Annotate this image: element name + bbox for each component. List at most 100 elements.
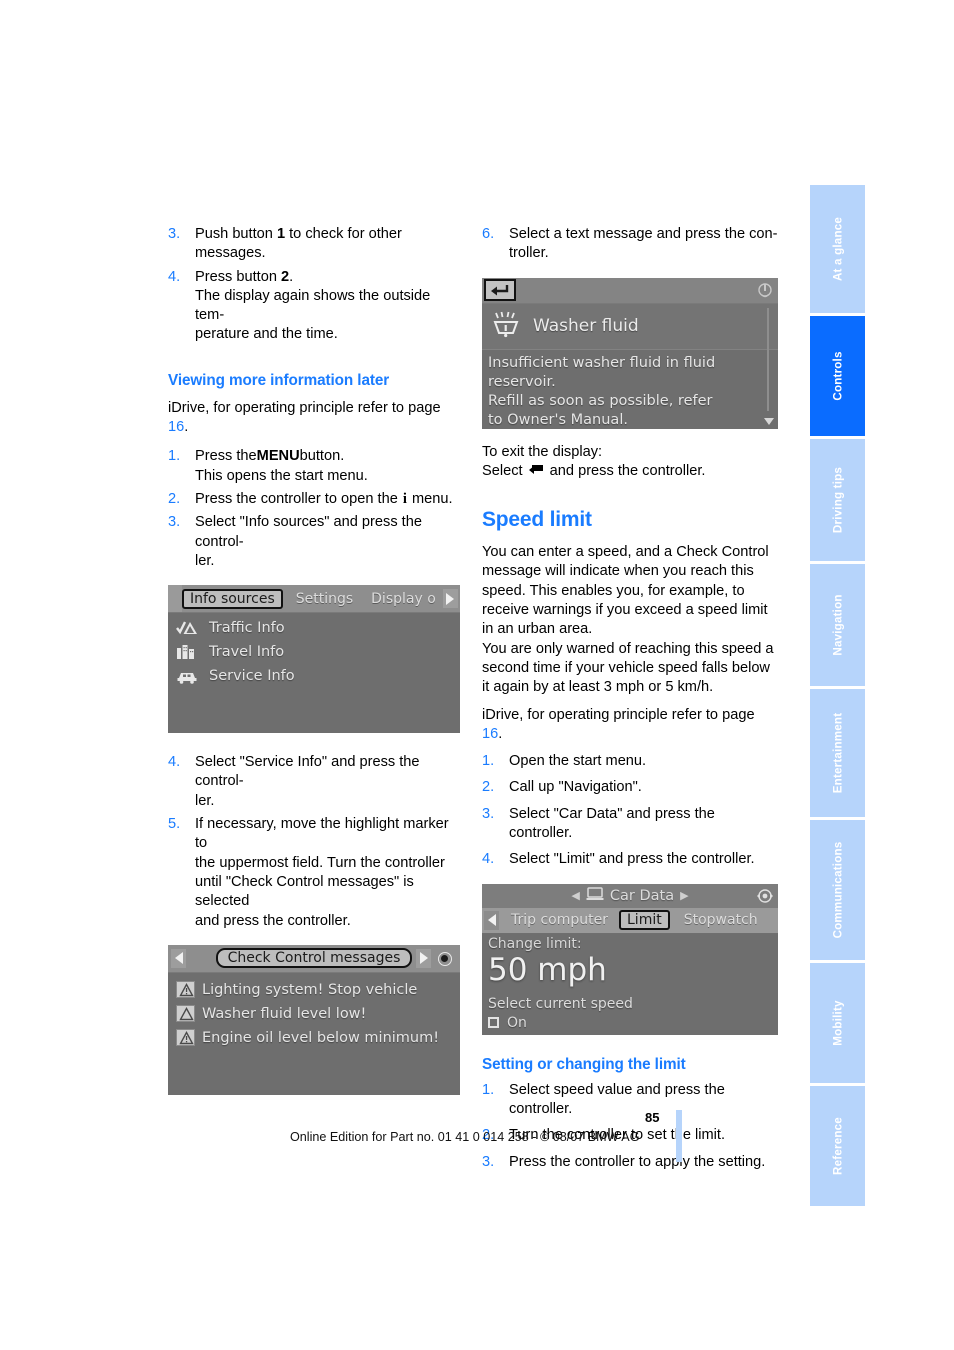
sidebar-item-label: Controls [831,351,844,401]
sidebar-item-label: Entertainment [831,712,844,794]
list-item: 4. Select "Limit" and press the controll… [482,850,778,869]
step-text-post: . [289,268,294,285]
sidebar-item-mobility[interactable]: Mobility [810,963,865,1083]
sidebar-item-label: At a glance [831,216,844,282]
screenshot-washer-fluid: Washer fluid Insufficient washer fluid i… [482,277,778,429]
step-number: 5. [168,816,181,833]
chevron-left-icon[interactable]: ◀ [571,889,579,902]
message-line: Refill as soon as possible, refer [488,392,713,409]
sidebar-item-communications[interactable]: Communications [810,820,865,960]
step-text: Select "Info sources" and press the cont… [195,514,422,569]
sidebar-item-at-a-glance[interactable]: At a glance [810,185,865,313]
list-item: 1. Press theMENUbutton. This opens the st… [168,447,460,486]
back-arrow-icon [528,464,544,476]
list-item: 2. Call up "Navigation". [482,778,778,797]
chevron-left-icon [487,914,496,927]
washer-fluid-message: Insufficient washer fluid in fluid reser… [482,350,778,429]
step-number: 3. [168,514,181,531]
step-text: Press theMENUbutton. This opens the start… [195,448,368,483]
limit-value[interactable]: 50 mph [488,952,778,988]
chevron-right-icon[interactable]: ▶ [680,889,688,902]
step-number: 4. [482,851,495,868]
step-text: Press the controller to apply the settin… [509,1153,766,1170]
step-text-pre: Push button [195,226,277,242]
list-item[interactable]: Traffic Info [168,616,460,640]
check-control-title-bar: Check Control messages [168,944,460,973]
tab-stopwatch[interactable]: Stopwatch [677,911,765,929]
steps-mid: 1. Press theMENUbutton. This opens the st… [168,447,460,571]
list-item: 5. If necessary, move the highlight mark… [168,815,460,931]
chevron-left-icon [174,952,183,965]
title-check-control-messages[interactable]: Check Control messages [215,948,413,969]
sidebar-item-label: Navigation [831,594,844,656]
list-item[interactable]: Washer fluid level low! [168,1002,460,1026]
message-line: to Owner's Manual. [488,411,628,428]
list-item-label: Travel Info [209,644,285,661]
idrive-reference: iDrive, for operating principle refer to… [168,399,460,438]
sidebar-item-entertainment[interactable]: Entertainment [810,689,865,817]
scroll-left-button[interactable] [171,948,186,968]
footer-accent-bar [676,1110,682,1162]
list-item[interactable]: Engine oil level below minimum! [168,1026,460,1050]
limit-panel: Change limit: 50 mph Select current spee… [482,934,778,1031]
scroll-down-arrow-icon[interactable] [764,417,774,425]
message-line: reservoir. [488,373,556,390]
idrive-ref-period: . [184,419,189,436]
car-data-header: ◀ Car Data ▶ [482,883,778,908]
step-text: Call up "Navigation". [509,779,642,796]
page-reference-link[interactable]: 16 [168,419,184,435]
sidebar-item-reference[interactable]: Reference [810,1086,865,1206]
section-heading-viewing-more: Viewing more information later [168,371,390,389]
page-title-speed-limit: Speed limit [482,508,592,532]
tab-limit[interactable]: Limit [619,910,670,931]
list-item-label: Lighting system! Stop vehicle [202,981,418,998]
scrollbar[interactable] [764,307,774,425]
steps-bottom: 4. Select "Service Info" and press the c… [168,753,460,931]
tab-trip-computer[interactable]: Trip computer [504,911,615,929]
list-item[interactable]: Service Info [168,664,460,688]
sidebar-item-driving-tips[interactable]: Driving tips [810,439,865,561]
sidebar-item-controls[interactable]: Controls [810,316,865,436]
message-line: Insufficient washer fluid in fluid [488,354,716,371]
checkbox-on[interactable] [488,1017,499,1029]
step-text: Push button 1 to check for other message… [195,226,402,261]
step-text: Press button 2. The display again shows t… [195,269,430,343]
tab-info-sources[interactable]: Info sources [182,588,283,609]
step-number: 3. [168,226,181,242]
scrollbar-track [767,307,769,411]
on-toggle-row[interactable]: On [488,1015,778,1031]
idrive-ref-text: iDrive, for operating principle refer to… [168,399,441,416]
step-text-post: button. [299,448,345,465]
scroll-right-button[interactable] [416,948,431,968]
list-item: 1. Open the start menu. [482,752,778,771]
manual-page: 3. Push button 1 to check for other mess… [0,0,954,1350]
scroll-right-button[interactable] [442,589,458,609]
tab-display-options[interactable]: Display o [364,590,443,608]
step-text: Select a text message and press the con-… [509,226,778,262]
list-item: 3. Press the controller to apply the set… [482,1153,778,1172]
list-item[interactable]: Travel Info [168,640,460,664]
on-label: On [507,1014,527,1031]
step-text: Select "Car Data" and press the controll… [509,805,715,842]
sidebar-item-navigation[interactable]: Navigation [810,564,865,686]
select-current-speed-label[interactable]: Select current speed [488,996,778,1012]
list-item: 4. Press button 2. The display again show… [168,268,460,345]
exit-text-pre: Select [482,462,527,479]
tabbar-left-edge [168,585,182,613]
step-number: 2. [482,779,495,796]
warning-triangle-icon [176,1029,195,1047]
speed-limit-paragraph-2: You are only warned of reaching this spe… [482,640,774,696]
idrive-ref-text: iDrive, for operating principle refer to… [482,706,755,723]
scroll-left-button[interactable] [484,910,499,930]
footer-copyright: Online Edition for Part no. 01 41 0 014 … [290,1130,640,1144]
screenshot-info-sources: Info sources Settings Display o Traffic … [168,585,460,734]
page-reference-link[interactable]: 16 [482,726,498,742]
list-item-label: Engine oil level below minimum! [202,1029,440,1046]
chevron-right-icon [446,592,455,605]
list-item[interactable]: Lighting system! Stop vehicle [168,978,460,1002]
step-number: 1. [482,753,495,770]
step-text-pre: Press the controller to open the [195,490,402,507]
back-arrow-icon[interactable] [484,278,516,301]
step-detail: This opens the start menu. [195,467,368,484]
tab-settings[interactable]: Settings [289,590,360,608]
